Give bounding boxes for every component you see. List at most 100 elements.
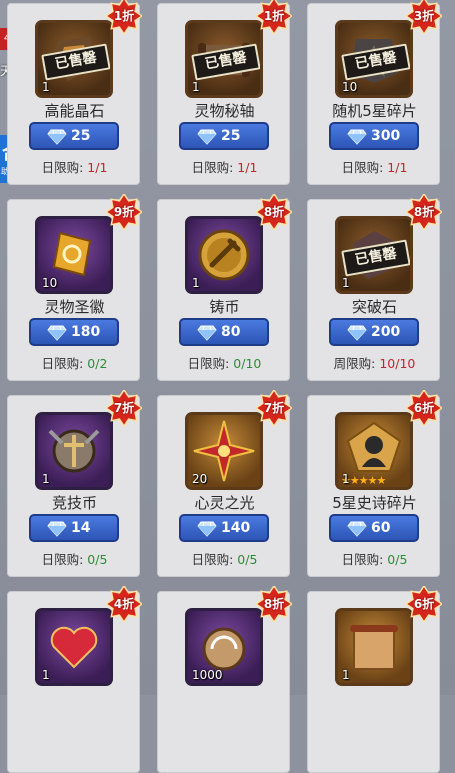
item-quantity: 1	[342, 276, 350, 290]
shop-item-card[interactable]: 已售罄 10 3折随机5星碎片 300 日限购: 1/1	[307, 0, 442, 185]
discount-badge: 1折	[256, 0, 292, 34]
item-image[interactable]: 1	[35, 412, 113, 490]
limit-count: 0/5	[237, 552, 258, 567]
limit-label: 日限购:	[341, 160, 388, 175]
limit-count: 0/2	[87, 356, 108, 371]
price-value: 200	[371, 324, 401, 340]
item-name: 心灵之光	[194, 494, 255, 512]
discount-label: 9折	[113, 205, 135, 219]
item-image[interactable]: 1	[185, 216, 263, 294]
shop-panel: 4 天 合 助手 已售罄11折高能晶石25日限购: 1/1已售罄11折灵物秘轴2…	[0, 0, 455, 773]
price-value: 300	[371, 128, 401, 144]
item-image[interactable]: 已售罄 1	[185, 20, 263, 98]
buy-button[interactable]: 25	[179, 122, 269, 150]
diamond-icon	[347, 325, 367, 345]
item-image[interactable]: 1	[35, 608, 113, 686]
purchase-limit: 日限购: 1/1	[158, 157, 291, 176]
limit-label: 周限购:	[333, 356, 380, 371]
limit-count: 0/5	[387, 552, 408, 567]
item-name: 高能晶石	[44, 102, 105, 120]
item-quantity: 10	[342, 80, 358, 94]
item-image[interactable]: 已售罄 1	[335, 216, 413, 294]
shop-item-card[interactable]: 1 7折竞技币 14 日限购: 0/5	[7, 390, 142, 577]
item-image[interactable]: ★★★★★ 1	[335, 412, 413, 490]
item-name: 5星史诗碎片	[332, 494, 417, 512]
discount-label: 6折	[413, 597, 435, 611]
limit-label: 日限购:	[41, 552, 88, 567]
buy-button[interactable]: 80	[179, 318, 269, 346]
buy-button[interactable]: 300	[329, 122, 419, 150]
buy-button[interactable]: 25	[29, 122, 119, 150]
discount-badge: 8折	[406, 194, 442, 230]
item-image[interactable]: 1	[335, 608, 413, 686]
purchase-limit: 日限购: 0/5	[308, 549, 441, 568]
limit-count: 0/5	[87, 552, 108, 567]
shop-item-card[interactable]: ★★★★★ 1 6折 5星史诗碎片 60 日限购: 0/5	[307, 390, 442, 577]
shop-item-card[interactable]: 1 4折	[7, 586, 142, 773]
discount-label: 7折	[113, 401, 135, 415]
diamond-icon	[197, 521, 217, 541]
purchase-limit: 日限购: 0/10	[158, 353, 291, 372]
purchase-limit: 周限购: 10/10	[308, 353, 441, 372]
price-value: 60	[371, 520, 391, 536]
item-name: 突破石	[351, 298, 397, 316]
diamond-icon	[47, 325, 67, 345]
discount-badge: 8折	[256, 586, 292, 622]
limit-count: 0/10	[233, 356, 262, 371]
shop-item-card[interactable]: 1 6折	[307, 586, 442, 773]
discount-label: 8折	[263, 597, 285, 611]
purchase-limit: 日限购: 0/2	[8, 353, 141, 372]
discount-label: 3折	[413, 9, 435, 23]
item-image[interactable]: 已售罄 10	[335, 20, 413, 98]
item-name: 竞技币	[51, 494, 97, 512]
discount-badge: 6折	[406, 390, 442, 426]
discount-label: 1折	[113, 9, 135, 23]
shop-item-card[interactable]: 1000 8折	[157, 586, 292, 773]
purchase-limit: 日限购: 0/5	[158, 549, 291, 568]
buy-button[interactable]: 14	[29, 514, 119, 542]
item-name: 铸币	[209, 298, 240, 316]
item-name: 灵物圣徽	[44, 298, 105, 316]
shop-item-card[interactable]: 20 7折心灵之光 140 日限购: 0/5	[157, 390, 292, 577]
item-image[interactable]: 10	[35, 216, 113, 294]
item-quantity: 1	[342, 668, 350, 682]
shop-item-card[interactable]: 1 8折铸币 80 日限购: 0/10	[157, 194, 292, 381]
item-name: 随机5星碎片	[332, 102, 417, 120]
price-value: 80	[221, 324, 241, 340]
buy-button[interactable]: 200	[329, 318, 419, 346]
discount-badge: 7折	[106, 390, 142, 426]
item-quantity: 20	[192, 472, 208, 486]
item-quantity: 10	[42, 276, 58, 290]
shop-item-card[interactable]: 10 9折灵物圣徽 180 日限购: 0/2	[7, 194, 142, 381]
item-image[interactable]: 1000	[185, 608, 263, 686]
limit-label: 日限购:	[191, 160, 238, 175]
shop-item-card[interactable]: 已售罄 1 1折 灵物秘轴 25 日限购: 1/1	[157, 0, 292, 185]
item-quantity: 1	[42, 668, 50, 682]
discount-label: 6折	[413, 401, 435, 415]
limit-label: 日限购:	[41, 356, 88, 371]
discount-badge: 8折	[256, 194, 292, 230]
item-image[interactable]: 20	[185, 412, 263, 490]
item-quantity: 1	[342, 472, 350, 486]
shop-item-card[interactable]: 已售罄 1 1折 高能晶石 25 日限购: 1/1	[7, 0, 142, 185]
discount-badge: 3折	[406, 0, 442, 34]
item-image[interactable]: 已售罄 1	[35, 20, 113, 98]
diamond-icon	[347, 521, 367, 541]
buy-button[interactable]: 140	[179, 514, 269, 542]
diamond-icon	[197, 129, 217, 149]
limit-label: 日限购:	[341, 552, 388, 567]
shop-item-card[interactable]: 已售罄 1 8折突破石 200 周限购: 10/10	[307, 194, 442, 381]
limit-count: 10/10	[379, 356, 416, 371]
price-value: 25	[71, 128, 91, 144]
limit-count: 1/1	[87, 160, 108, 175]
item-quantity: 1	[42, 80, 50, 94]
buy-button[interactable]: 60	[329, 514, 419, 542]
item-quantity: 1	[192, 80, 200, 94]
purchase-limit: 日限购: 0/5	[8, 549, 141, 568]
limit-count: 1/1	[237, 160, 258, 175]
purchase-limit: 日限购: 1/1	[308, 157, 441, 176]
item-quantity: 1	[192, 276, 200, 290]
buy-button[interactable]: 180	[29, 318, 119, 346]
discount-badge: 7折	[256, 390, 292, 426]
diamond-icon	[47, 129, 67, 149]
